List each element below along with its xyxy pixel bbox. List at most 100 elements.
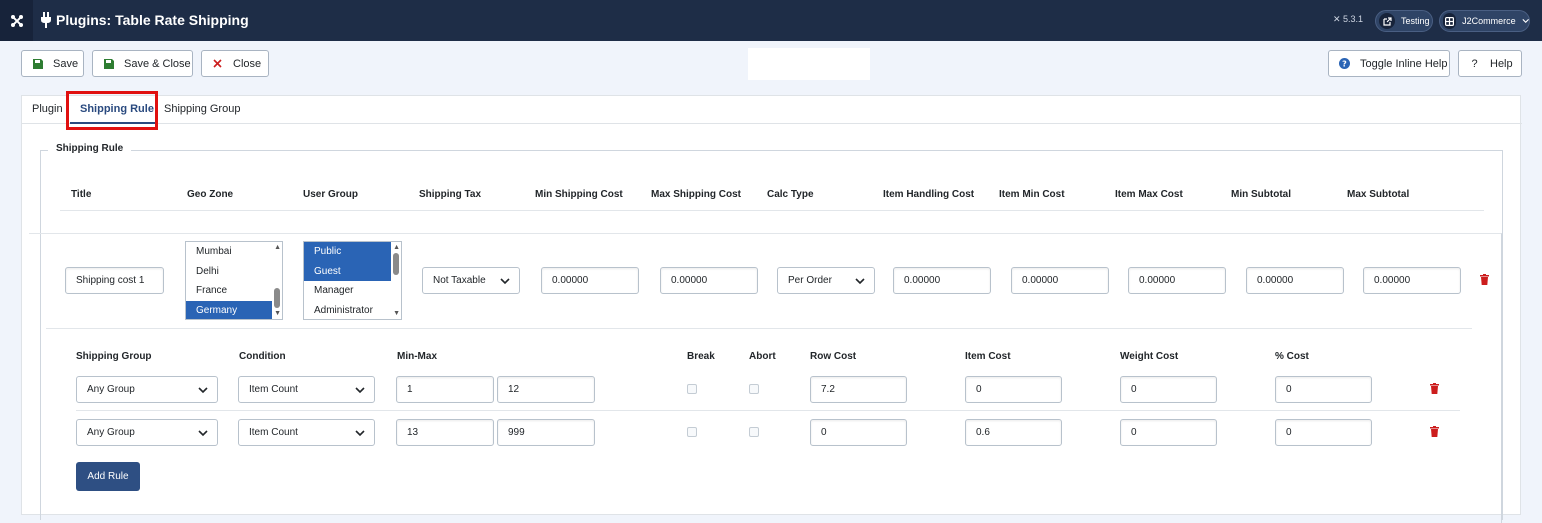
sub-rule-pct-cost-input[interactable]: 0 bbox=[1275, 376, 1372, 403]
tab-plugin[interactable]: Plugin bbox=[32, 103, 63, 115]
sub-rule-abort-checkbox[interactable] bbox=[749, 384, 759, 394]
delete-sub-rule-trash-icon[interactable] bbox=[1430, 426, 1439, 437]
rule-divider bbox=[46, 328, 1472, 329]
calc-type-select[interactable]: Per Order bbox=[777, 267, 875, 294]
save-icon bbox=[103, 58, 114, 69]
delete-rule-trash-icon[interactable] bbox=[1480, 274, 1489, 285]
rule-title-input[interactable]: Shipping cost 1 bbox=[65, 267, 164, 294]
sub-rule-max-input[interactable]: 999 bbox=[497, 419, 595, 446]
scroll-thumb[interactable] bbox=[274, 288, 280, 308]
geo-zone-option[interactable]: Mumbai bbox=[186, 242, 282, 262]
sub-rule-row-cost-input[interactable]: 0 bbox=[810, 419, 907, 446]
scroll-down-icon[interactable]: ▼ bbox=[274, 310, 281, 318]
sub-rule-min-input[interactable]: 1 bbox=[396, 376, 494, 403]
site-link-pill[interactable]: Testing bbox=[1375, 10, 1433, 32]
user-menu-pill[interactable]: J2Commerce bbox=[1439, 10, 1530, 32]
add-rule-button[interactable]: Add Rule bbox=[76, 462, 140, 491]
sub-rule-abort-checkbox[interactable] bbox=[749, 427, 759, 437]
geo-zone-option-selected[interactable]: Germany bbox=[186, 300, 282, 319]
scroll-thumb[interactable] bbox=[393, 253, 399, 275]
top-bar: Plugins: Table Rate Shipping ✕ 5.3.1 Tes… bbox=[0, 0, 1542, 41]
sub-rule-group-select[interactable]: Any Group bbox=[76, 376, 218, 403]
chevron-down-icon bbox=[198, 430, 208, 437]
col-max-shipping-cost: Max Shipping Cost bbox=[651, 189, 741, 200]
sub-rule-item-cost-input[interactable]: 0 bbox=[965, 376, 1062, 403]
col-geo-zone: Geo Zone bbox=[187, 189, 234, 200]
sub-rule-max-input[interactable]: 12 bbox=[497, 376, 595, 403]
sub-rule-break-checkbox[interactable] bbox=[687, 384, 697, 394]
item-handling-cost-input[interactable]: 0.00000 bbox=[893, 267, 991, 294]
col-min-shipping-cost: Min Shipping Cost bbox=[535, 189, 623, 200]
sub-rule-group-value: Any Group bbox=[87, 427, 135, 438]
user-group-scrollbar[interactable]: ▲ ▼ bbox=[391, 242, 401, 319]
sub-rule-condition-select[interactable]: Item Count bbox=[238, 419, 375, 446]
user-menu-label: J2Commerce bbox=[1462, 16, 1516, 26]
chevron-down-icon bbox=[1522, 18, 1529, 24]
sub-rule-item-cost-input[interactable]: 0.6 bbox=[965, 419, 1062, 446]
shipping-tax-select[interactable]: Not Taxable bbox=[422, 267, 520, 294]
sub-rule-group-value: Any Group bbox=[87, 384, 135, 395]
sub-rule-condition-select[interactable]: Item Count bbox=[238, 376, 375, 403]
col-calc-type: Calc Type bbox=[767, 189, 814, 200]
close-button[interactable]: Close bbox=[201, 50, 269, 77]
blank-area bbox=[748, 48, 870, 80]
chevron-down-icon bbox=[500, 278, 510, 285]
help-label: Help bbox=[1490, 57, 1513, 70]
geo-zone-scrollbar[interactable]: ▲ ▼ bbox=[272, 242, 282, 319]
joomla-small-icon: ✕ bbox=[1333, 14, 1344, 24]
user-group-option[interactable]: Manager bbox=[304, 281, 401, 301]
sub-rule-group-select[interactable]: Any Group bbox=[76, 419, 218, 446]
sub-col-condition: Condition bbox=[239, 351, 286, 362]
user-group-option[interactable]: Administrator bbox=[304, 301, 401, 320]
geo-zone-select[interactable]: Mumbai Delhi France Germany ▲ ▼ bbox=[185, 241, 283, 320]
version-number: 5.3.1 bbox=[1343, 14, 1364, 24]
grid-icon bbox=[1443, 13, 1457, 29]
sub-col-break: Break bbox=[687, 351, 715, 362]
toggle-inline-help-button[interactable]: ? Toggle Inline Help bbox=[1328, 50, 1450, 77]
tab-shipping-group[interactable]: Shipping Group bbox=[164, 103, 240, 115]
min-subtotal-input[interactable]: 0.00000 bbox=[1246, 267, 1344, 294]
question-icon: ? bbox=[1471, 57, 1478, 70]
scroll-up-icon[interactable]: ▲ bbox=[393, 244, 400, 252]
col-item-handling-cost: Item Handling Cost bbox=[883, 189, 975, 200]
sub-rule-pct-cost-input[interactable]: 0 bbox=[1275, 419, 1372, 446]
main-card: Plugin Shipping Rule Shipping Group Ship… bbox=[21, 91, 1522, 523]
sub-rule-condition-value: Item Count bbox=[249, 427, 298, 438]
chevron-down-icon bbox=[855, 278, 865, 285]
sub-rule-row-cost-input[interactable]: 7.2 bbox=[810, 376, 907, 403]
scroll-down-icon[interactable]: ▼ bbox=[393, 310, 400, 318]
save-label: Save bbox=[53, 57, 79, 70]
max-subtotal-input[interactable]: 0.00000 bbox=[1363, 267, 1461, 294]
item-min-cost-input[interactable]: 0.00000 bbox=[1011, 267, 1109, 294]
max-shipping-cost-input[interactable]: 0.00000 bbox=[660, 267, 758, 294]
sub-col-weight-cost: Weight Cost bbox=[1120, 351, 1179, 362]
sub-rule-weight-cost-input[interactable]: 0 bbox=[1120, 419, 1217, 446]
sub-rule-min-input[interactable]: 13 bbox=[396, 419, 494, 446]
sub-col-shipping-group: Shipping Group bbox=[76, 351, 152, 362]
sub-rule-weight-cost-input[interactable]: 0 bbox=[1120, 376, 1217, 403]
col-shipping-tax: Shipping Tax bbox=[419, 189, 482, 200]
delete-sub-rule-trash-icon[interactable] bbox=[1430, 383, 1439, 394]
sub-col-pct-cost: % Cost bbox=[1275, 351, 1309, 362]
item-max-cost-input[interactable]: 0.00000 bbox=[1128, 267, 1226, 294]
geo-zone-option[interactable]: France bbox=[186, 281, 282, 301]
sub-rule-divider bbox=[76, 410, 1460, 411]
col-user-group: User Group bbox=[303, 189, 359, 200]
user-group-select[interactable]: Public Guest Manager Administrator ▲ ▼ bbox=[303, 241, 402, 320]
user-group-option-selected[interactable]: Public bbox=[304, 242, 401, 262]
geo-zone-option[interactable]: Delhi bbox=[186, 262, 282, 282]
chevron-down-icon bbox=[198, 387, 208, 394]
close-label: Close bbox=[233, 57, 262, 70]
save-button[interactable]: Save bbox=[21, 50, 84, 77]
help-button[interactable]: ? Help bbox=[1458, 50, 1522, 77]
calc-type-value: Per Order bbox=[788, 275, 832, 286]
joomla-logo-icon[interactable] bbox=[0, 0, 33, 41]
save-close-button[interactable]: Save & Close bbox=[92, 50, 193, 77]
sub-col-item-cost: Item Cost bbox=[965, 351, 1011, 362]
min-shipping-cost-input[interactable]: 0.00000 bbox=[541, 267, 639, 294]
toggle-inline-help-label: Toggle Inline Help bbox=[1360, 57, 1448, 70]
scroll-up-icon[interactable]: ▲ bbox=[274, 244, 281, 252]
sub-col-abort: Abort bbox=[749, 351, 776, 362]
sub-rule-break-checkbox[interactable] bbox=[687, 427, 697, 437]
user-group-option-selected[interactable]: Guest bbox=[304, 261, 401, 281]
